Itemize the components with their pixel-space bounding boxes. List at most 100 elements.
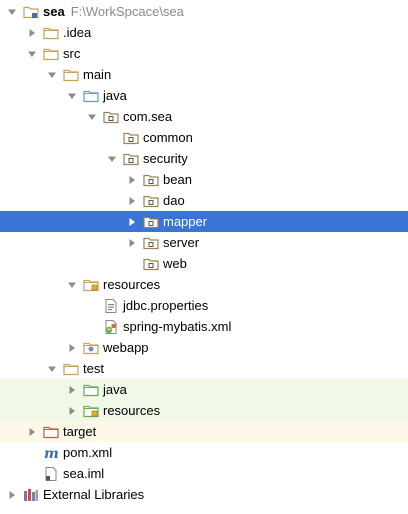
excluded-folder-icon — [43, 424, 59, 440]
properties-file-icon — [103, 298, 119, 314]
arrow-spacer — [126, 253, 138, 274]
tree-node-mapper[interactable]: mapper — [0, 211, 408, 232]
libraries-icon — [23, 487, 39, 503]
tree-node-label: java — [103, 88, 127, 103]
tree-node-src[interactable]: src — [0, 43, 408, 64]
arrow-spacer — [26, 442, 38, 463]
tree-node-common[interactable]: common — [0, 127, 408, 148]
chevron-right-icon[interactable] — [6, 484, 18, 505]
tree-node-idea[interactable]: .idea — [0, 22, 408, 43]
tree-node-label: src — [63, 46, 81, 61]
chevron-down-icon[interactable] — [66, 274, 78, 295]
tree-node-label: main — [83, 67, 112, 82]
package-icon — [143, 172, 159, 188]
web-folder-icon — [83, 340, 99, 356]
arrow-spacer — [26, 463, 38, 484]
chevron-down-icon[interactable] — [46, 64, 58, 85]
tree-node-label: sea.iml — [63, 466, 105, 481]
arrow-spacer — [106, 127, 118, 148]
tree-node-main-resources[interactable]: resources — [0, 274, 408, 295]
tree-node-label: server — [163, 235, 200, 250]
chevron-right-icon[interactable] — [26, 421, 38, 442]
package-icon — [143, 193, 159, 209]
tree-node-webapp[interactable]: webapp — [0, 337, 408, 358]
tree-node-label: java — [103, 382, 127, 397]
package-icon — [123, 130, 139, 146]
tree-node-label: web — [163, 256, 187, 271]
tree-node-spring-mybatis-xml[interactable]: spring-mybatis.xml — [0, 316, 408, 337]
folder-icon — [43, 46, 59, 62]
test-source-folder-icon — [83, 382, 99, 398]
folder-icon — [63, 361, 79, 377]
chevron-right-icon[interactable] — [66, 379, 78, 400]
tree-node-label: spring-mybatis.xml — [123, 319, 232, 334]
arrow-spacer — [86, 316, 98, 337]
tree-node-label: dao — [163, 193, 185, 208]
chevron-down-icon[interactable] — [86, 106, 98, 127]
iml-file-icon — [43, 466, 59, 482]
tree-node-external-libraries[interactable]: External Libraries — [0, 484, 408, 505]
tree-node-dao[interactable]: dao — [0, 190, 408, 211]
chevron-right-icon[interactable] — [126, 232, 138, 253]
package-icon — [123, 151, 139, 167]
chevron-right-icon[interactable] — [66, 400, 78, 421]
package-icon — [103, 109, 119, 125]
chevron-down-icon[interactable] — [26, 43, 38, 64]
tree-node-label: resources — [103, 277, 161, 292]
resources-folder-icon — [83, 277, 99, 293]
tree-node-label: External Libraries — [43, 487, 145, 502]
tree-node-main[interactable]: main — [0, 64, 408, 85]
chevron-right-icon[interactable] — [66, 337, 78, 358]
chevron-down-icon[interactable] — [6, 1, 18, 22]
tree-node-label: target — [63, 424, 97, 439]
tree-node-jdbc-properties[interactable]: jdbc.properties — [0, 295, 408, 316]
tree-node-server[interactable]: server — [0, 232, 408, 253]
project-path: F:\WorkSpcace\sea — [70, 4, 184, 19]
tree-node-label: test — [83, 361, 104, 376]
tree-node-label: pom.xml — [63, 445, 113, 460]
scrollbar-track[interactable] — [404, 0, 408, 514]
source-root-folder-icon — [83, 88, 99, 104]
folder-icon — [43, 25, 59, 41]
tree-node-label: bean — [163, 172, 192, 187]
tree-node-label: mapper — [163, 214, 208, 229]
module-folder-icon — [23, 4, 39, 20]
svg-text:m: m — [44, 446, 59, 461]
tree-node-pom-xml[interactable]: m pom.xml — [0, 442, 408, 463]
tree-node-test[interactable]: test — [0, 358, 408, 379]
chevron-down-icon[interactable] — [46, 358, 58, 379]
tree-node-label: sea — [43, 4, 65, 19]
tree-node-sea-iml[interactable]: sea.iml — [0, 463, 408, 484]
tree-node-main-java[interactable]: java — [0, 85, 408, 106]
tree-node-label: com.sea — [123, 109, 173, 124]
chevron-right-icon[interactable] — [26, 22, 38, 43]
tree-node-label: .idea — [63, 25, 92, 40]
chevron-right-icon[interactable] — [126, 190, 138, 211]
spring-xml-file-icon — [103, 319, 119, 335]
tree-node-label: resources — [103, 403, 161, 418]
folder-icon — [63, 67, 79, 83]
tree-node-security[interactable]: security — [0, 148, 408, 169]
project-tree[interactable]: sea F:\WorkSpcace\sea .idea src main java… — [0, 0, 408, 514]
tree-node-test-resources[interactable]: resources — [0, 400, 408, 421]
tree-node-label: security — [143, 151, 188, 166]
chevron-right-icon[interactable] — [126, 211, 138, 232]
package-icon — [143, 256, 159, 272]
package-icon — [143, 214, 159, 230]
chevron-down-icon[interactable] — [66, 85, 78, 106]
chevron-down-icon[interactable] — [106, 148, 118, 169]
tree-node-label: jdbc.properties — [123, 298, 209, 313]
tree-node-label: common — [143, 130, 193, 145]
arrow-spacer — [86, 295, 98, 316]
project-root-sea[interactable]: sea F:\WorkSpcace\sea — [0, 1, 408, 22]
tree-node-test-java[interactable]: java — [0, 379, 408, 400]
tree-node-label: webapp — [103, 340, 149, 355]
maven-file-icon: m — [43, 445, 59, 461]
tree-node-com-sea[interactable]: com.sea — [0, 106, 408, 127]
tree-node-target[interactable]: target — [0, 421, 408, 442]
tree-node-bean[interactable]: bean — [0, 169, 408, 190]
package-icon — [143, 235, 159, 251]
tree-node-web[interactable]: web — [0, 253, 408, 274]
test-resources-folder-icon — [83, 403, 99, 419]
chevron-right-icon[interactable] — [126, 169, 138, 190]
